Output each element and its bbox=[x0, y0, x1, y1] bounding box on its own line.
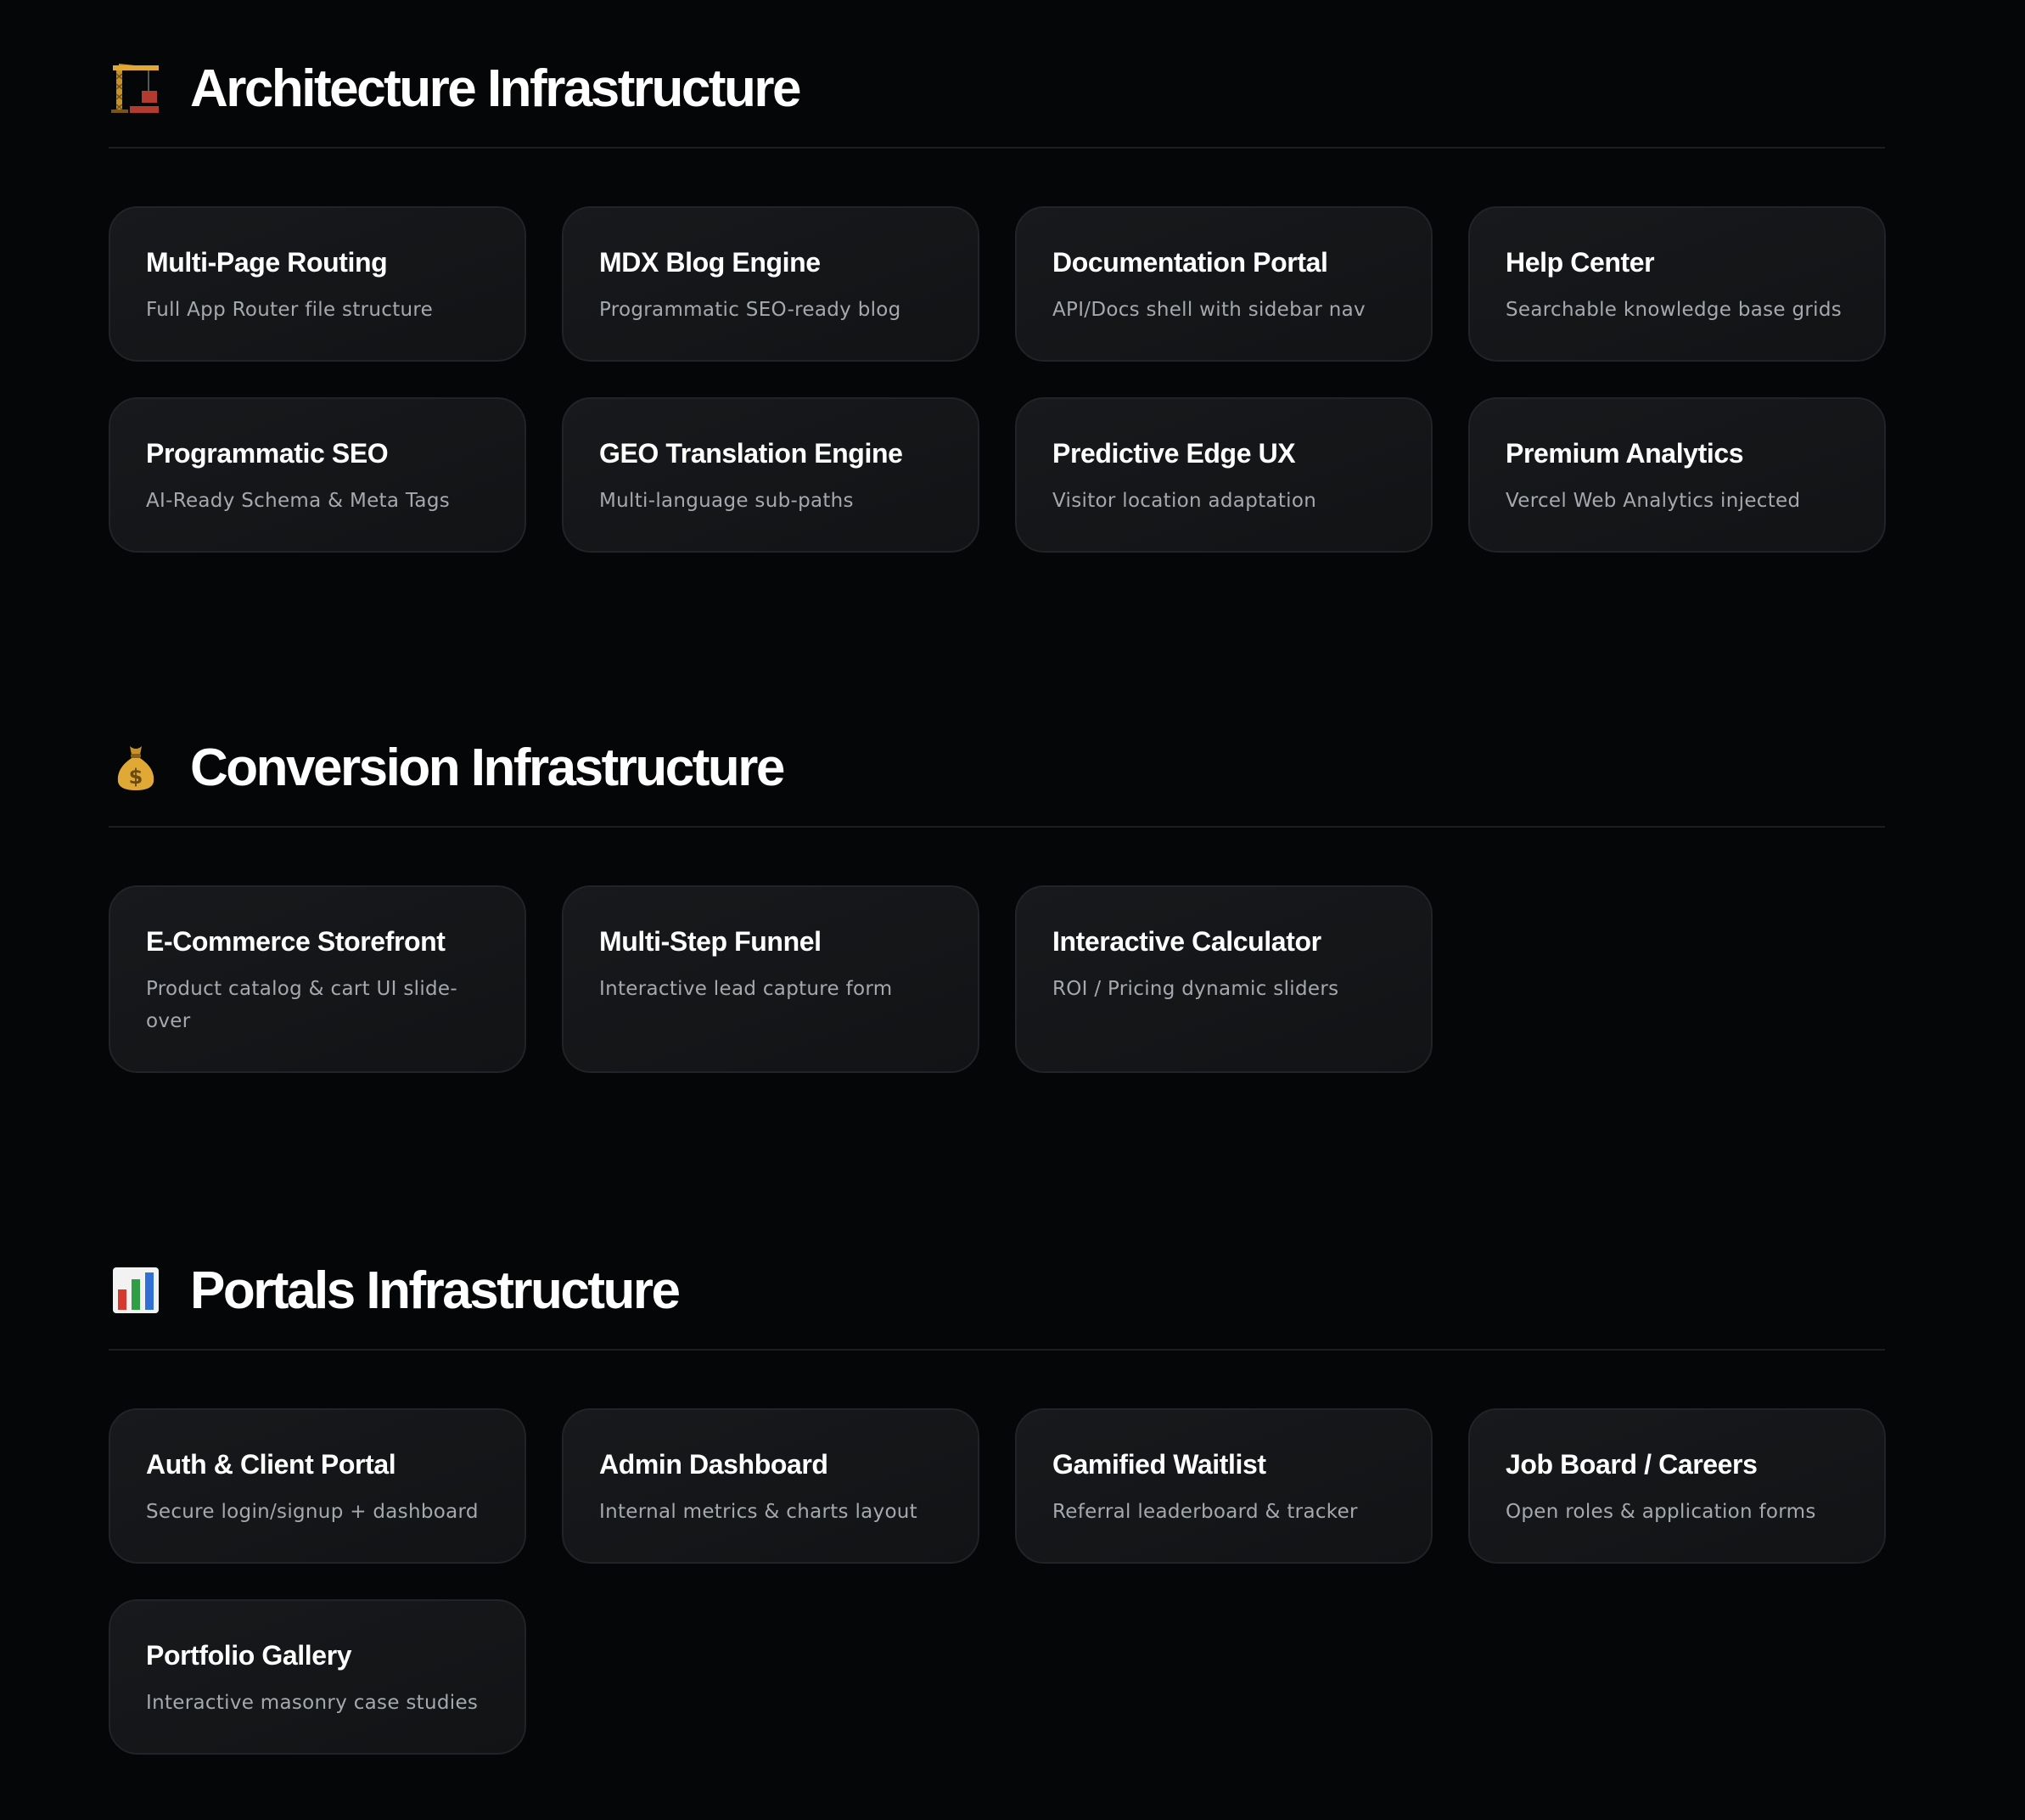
card-title: Multi-Page Routing bbox=[146, 247, 388, 278]
svg-text:$: $ bbox=[129, 765, 143, 789]
card-grid: Auth & Client Portal Secure login/signup… bbox=[109, 1408, 1886, 1755]
feature-card-portfolio-gallery[interactable]: Portfolio Gallery Interactive masonry ca… bbox=[109, 1598, 526, 1755]
card-description: ROI / Pricing dynamic sliders bbox=[1052, 977, 1339, 1000]
section-divider bbox=[109, 1349, 1885, 1351]
portals-section: Portals Infrastructure Auth & Client Por… bbox=[109, 1256, 1886, 1755]
card-title: GEO Translation Engine bbox=[599, 437, 903, 469]
card-description: Interactive lead capture form bbox=[599, 977, 893, 1000]
card-title: E-Commerce Storefront bbox=[146, 926, 446, 957]
card-title: Help Center bbox=[1506, 247, 1655, 278]
card-title: Gamified Waitlist bbox=[1052, 1449, 1266, 1480]
card-grid: Multi-Page Routing Full App Router file … bbox=[109, 206, 1886, 553]
card-description: Secure login/signup + dashboard bbox=[146, 1500, 479, 1523]
feature-card-predictive-edge-ux[interactable]: Predictive Edge UX Visitor location adap… bbox=[1015, 396, 1433, 553]
feature-card-help-center[interactable]: Help Center Searchable knowledge base gr… bbox=[1468, 206, 1886, 362]
construction-crane-icon bbox=[109, 61, 163, 115]
card-description: Full App Router file structure bbox=[146, 298, 434, 321]
card-title: Auth & Client Portal bbox=[146, 1449, 396, 1480]
feature-card-programmatic-seo[interactable]: Programmatic SEO AI-Ready Schema & Meta … bbox=[109, 396, 526, 553]
feature-card-interactive-calculator[interactable]: Interactive Calculator ROI / Pricing dyn… bbox=[1015, 885, 1433, 1073]
card-description: Referral leaderboard & tracker bbox=[1052, 1500, 1358, 1523]
card-description: Searchable knowledge base grids bbox=[1506, 298, 1843, 321]
feature-card-documentation-portal[interactable]: Documentation Portal API/Docs shell with… bbox=[1015, 206, 1433, 362]
section-divider bbox=[109, 147, 1885, 149]
card-title: Portfolio Gallery bbox=[146, 1639, 352, 1671]
card-title: Premium Analytics bbox=[1506, 437, 1744, 469]
bar-chart-icon bbox=[109, 1263, 163, 1317]
card-title: Predictive Edge UX bbox=[1052, 437, 1296, 469]
card-title: MDX Blog Engine bbox=[599, 247, 821, 278]
card-description: Multi-language sub-paths bbox=[599, 489, 854, 512]
section-title: Conversion Infrastructure bbox=[190, 738, 785, 797]
feature-card-premium-analytics[interactable]: Premium Analytics Vercel Web Analytics i… bbox=[1468, 396, 1886, 553]
feature-card-job-board-careers[interactable]: Job Board / Careers Open roles & applica… bbox=[1468, 1408, 1886, 1564]
card-title: Multi-Step Funnel bbox=[599, 926, 822, 957]
feature-card-multi-step-funnel[interactable]: Multi-Step Funnel Interactive lead captu… bbox=[562, 885, 979, 1073]
section-divider bbox=[109, 826, 1885, 828]
conversion-section: $ Conversion Infrastructure E-Commerce S… bbox=[109, 733, 1885, 1073]
money-bag-icon: $ bbox=[109, 740, 163, 795]
architecture-section: Architecture Infrastructure Multi-Page R… bbox=[109, 54, 1886, 553]
card-description: Internal metrics & charts layout bbox=[599, 1500, 918, 1523]
card-title: Admin Dashboard bbox=[599, 1449, 828, 1480]
card-title: Documentation Portal bbox=[1052, 247, 1328, 278]
card-description: Open roles & application forms bbox=[1506, 1500, 1816, 1523]
card-grid: E-Commerce Storefront Product catalog & … bbox=[109, 885, 1885, 1073]
card-title: Programmatic SEO bbox=[146, 437, 389, 469]
card-description: Visitor location adaptation bbox=[1052, 489, 1317, 512]
section-title: Architecture Infrastructure bbox=[190, 59, 802, 118]
card-description: Interactive masonry case studies bbox=[146, 1691, 479, 1714]
feature-card-auth-client-portal[interactable]: Auth & Client Portal Secure login/signup… bbox=[109, 1408, 526, 1564]
feature-card-multi-page-routing[interactable]: Multi-Page Routing Full App Router file … bbox=[109, 206, 526, 362]
card-title: Interactive Calculator bbox=[1052, 926, 1321, 957]
card-description: Product catalog & cart UI slide-over bbox=[146, 977, 457, 1032]
section-title: Portals Infrastructure bbox=[190, 1261, 681, 1320]
card-description: AI-Ready Schema & Meta Tags bbox=[146, 489, 450, 512]
feature-card-gamified-waitlist[interactable]: Gamified Waitlist Referral leaderboard &… bbox=[1015, 1408, 1433, 1564]
section-header: Portals Infrastructure bbox=[109, 1256, 1885, 1324]
section-header: Architecture Infrastructure bbox=[109, 54, 1885, 122]
card-description: Programmatic SEO-ready blog bbox=[599, 298, 901, 321]
feature-card-e-commerce-storefront[interactable]: E-Commerce Storefront Product catalog & … bbox=[109, 885, 526, 1073]
card-title: Job Board / Careers bbox=[1506, 1449, 1758, 1480]
feature-card-admin-dashboard[interactable]: Admin Dashboard Internal metrics & chart… bbox=[562, 1408, 979, 1564]
feature-card-mdx-blog-engine[interactable]: MDX Blog Engine Programmatic SEO-ready b… bbox=[562, 206, 979, 362]
feature-card-geo-translation-engine[interactable]: GEO Translation Engine Multi-language su… bbox=[562, 396, 979, 553]
card-description: API/Docs shell with sidebar nav bbox=[1052, 298, 1366, 321]
card-description: Vercel Web Analytics injected bbox=[1506, 489, 1801, 512]
section-header: $ Conversion Infrastructure bbox=[109, 733, 1885, 801]
